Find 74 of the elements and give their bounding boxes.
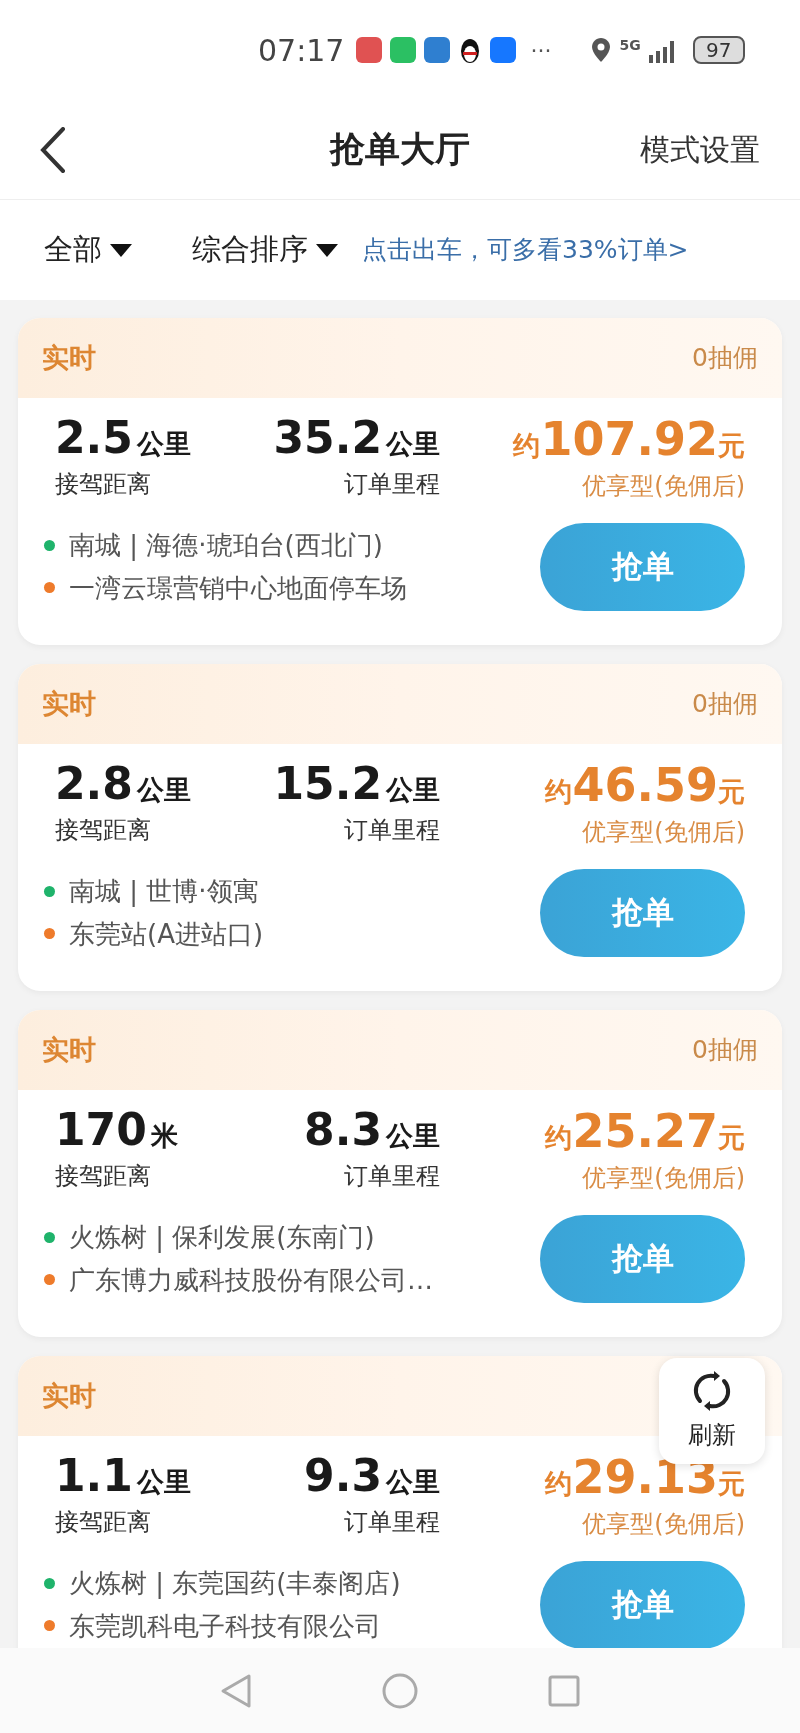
- end-address: 广东博力威科技股份有限公司…: [69, 1263, 433, 1296]
- order-tag: 实时: [42, 683, 96, 725]
- stat-label: 订单里程: [344, 1160, 440, 1191]
- order-tag: 实时: [42, 1029, 96, 1071]
- stat-label: 订单里程: [344, 468, 440, 499]
- price-unit: 元: [718, 1468, 745, 1501]
- start-address: 南城 | 世博·领寓: [69, 875, 259, 908]
- go-online-link[interactable]: 点击出车，可多看33%订单>: [362, 231, 689, 269]
- stat-unit: 米: [150, 1119, 178, 1153]
- commission-label: 0抽佣: [692, 688, 758, 721]
- stat-unit: 公里: [386, 1119, 440, 1153]
- status-time: 07:17: [258, 31, 345, 70]
- home-nav-icon[interactable]: [382, 1672, 418, 1709]
- mode-settings-button[interactable]: 模式设置: [640, 127, 760, 172]
- app-icon: [490, 37, 517, 63]
- stat-unit: 公里: [136, 427, 191, 461]
- car-type: 优享型(免佣后): [582, 816, 745, 847]
- stat-label: 接驾距离: [55, 1506, 151, 1537]
- car-type: 优享型(免佣后): [582, 1162, 745, 1193]
- car-type: 优享型(免佣后): [582, 1508, 745, 1539]
- stat-value: 1.1: [55, 1454, 133, 1498]
- stat-label: 订单里程: [344, 814, 440, 845]
- order-tag: 实时: [42, 337, 96, 379]
- filter-dropdown[interactable]: 全部: [44, 228, 132, 272]
- stat-unit: 公里: [136, 1465, 191, 1499]
- price-unit: 元: [718, 430, 745, 463]
- battery-indicator: 97: [692, 36, 745, 64]
- stat-unit: 公里: [386, 773, 440, 807]
- stat-value: 2.5: [55, 416, 133, 460]
- recents-nav-icon[interactable]: [548, 1674, 580, 1707]
- chat-icon: [390, 37, 417, 63]
- more-notifications: ···: [530, 36, 552, 65]
- start-address: 南城 | 海德·琥珀台(西北门): [69, 529, 383, 562]
- stat-label: 接驾距离: [55, 468, 151, 499]
- stat-unit: 公里: [386, 1465, 440, 1499]
- price-prefix: 约: [513, 429, 541, 463]
- stat-value: 2.8: [55, 762, 133, 806]
- price-prefix: 约: [545, 1121, 573, 1155]
- stat-value: 8.3: [304, 1108, 382, 1152]
- stat-label: 接驾距离: [55, 1160, 151, 1191]
- end-address: 东莞站(A进站口): [69, 917, 264, 950]
- commission-label: 0抽佣: [692, 342, 758, 375]
- caret-icon: [316, 243, 338, 257]
- app-icon: [424, 37, 451, 63]
- start-address: 火炼树 | 保利发展(东南门): [69, 1221, 375, 1254]
- stat-unit: 公里: [136, 773, 191, 807]
- stat-unit: 公里: [386, 427, 440, 461]
- back-icon[interactable]: [40, 126, 66, 173]
- location-icon: [591, 37, 612, 63]
- stat-label: 接驾距离: [55, 814, 151, 845]
- stat-value: 15.2: [273, 762, 382, 806]
- app-icon: [356, 37, 383, 63]
- stat-value: 9.3: [304, 1454, 382, 1498]
- stat-label: 订单里程: [344, 1506, 440, 1537]
- start-address: 火炼树 | 东莞国药(丰泰阁店): [69, 1567, 401, 1600]
- end-address: 一湾云璟营销中心地面停车场: [69, 571, 407, 604]
- price-value: 107.92: [540, 416, 718, 462]
- price-unit: 元: [718, 1122, 745, 1155]
- price-value: 25.27: [572, 1108, 718, 1154]
- network-type: 5G: [619, 38, 641, 52]
- back-nav-icon[interactable]: [220, 1672, 252, 1709]
- end-address: 东莞凯科电子科技有限公司: [69, 1609, 381, 1642]
- order-tag: 实时: [42, 1375, 96, 1417]
- filter-dropdown[interactable]: 综合排序: [192, 228, 338, 272]
- price-value: 46.59: [572, 762, 718, 808]
- price-unit: 元: [718, 776, 745, 809]
- price-prefix: 约: [545, 775, 573, 809]
- page-title: 抢单大厅: [330, 128, 470, 172]
- commission-label: 0抽佣: [692, 1034, 758, 1067]
- stat-value: 170: [55, 1108, 147, 1152]
- caret-icon: [110, 243, 132, 257]
- car-type: 优享型(免佣后): [582, 470, 745, 501]
- stat-value: 35.2: [273, 416, 382, 460]
- price-prefix: 约: [545, 1467, 573, 1501]
